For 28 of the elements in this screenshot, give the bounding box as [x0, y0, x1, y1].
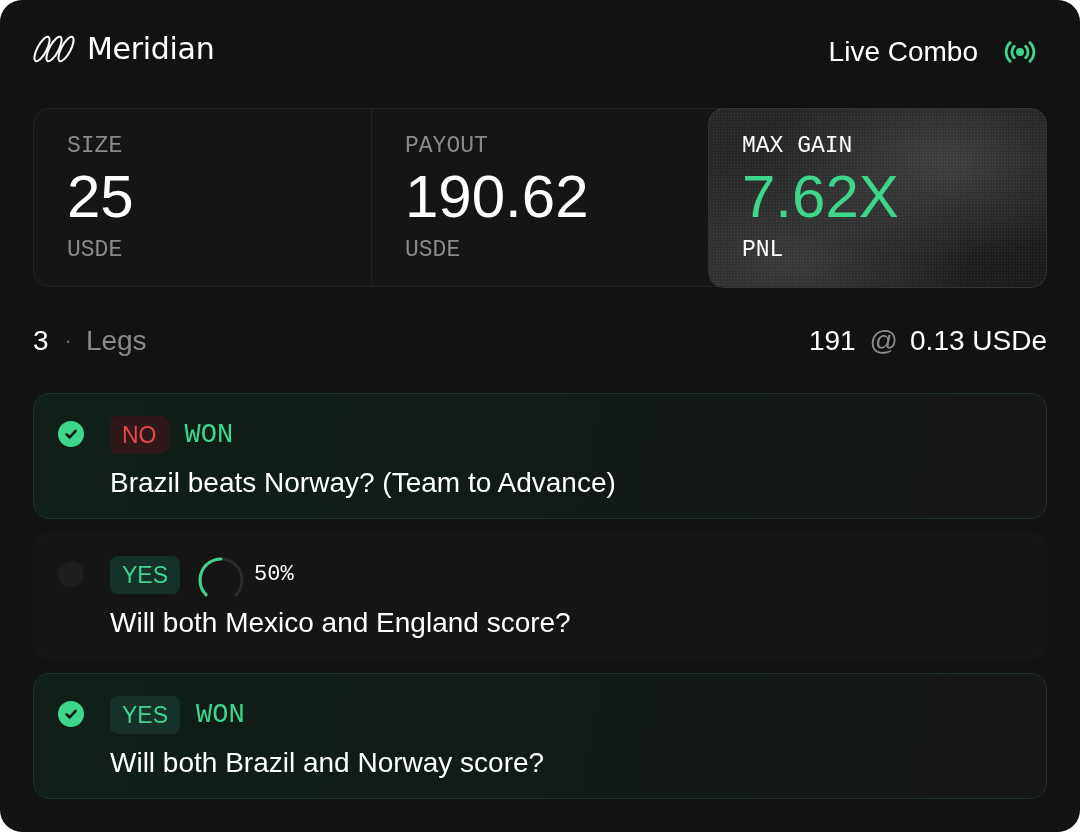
stat-label: SIZE [67, 133, 124, 159]
stat-unit: USDE [405, 237, 462, 263]
legs-label: Legs [85, 325, 147, 357]
stat-value: 190.62 [405, 165, 590, 229]
leg-question: Will both Brazil and Norway score? [110, 746, 546, 780]
broadcast-icon [1002, 40, 1038, 64]
logo-icon [33, 34, 75, 64]
brand-name: Meridian [87, 31, 215, 67]
pick-tag: YES [110, 696, 181, 734]
stat-unit: PNL [742, 237, 785, 263]
at-sign: @ [869, 325, 899, 357]
stat-label: MAX GAIN [742, 133, 854, 159]
leg-question: Brazil beats Norway? (Team to Advance) [110, 466, 617, 500]
leg-count: 3 [33, 325, 49, 357]
stat-value: 25 [67, 165, 135, 229]
mode-label: Live Combo [828, 35, 978, 69]
price-label: 0.13 USDe [910, 325, 1047, 357]
stat-unit: USDE [67, 237, 124, 263]
quantity-label: 191 [808, 325, 856, 357]
result-label: WON [196, 699, 245, 731]
stat-value: 7.62X [742, 165, 900, 229]
pick-tag: YES [110, 556, 181, 594]
result-label: WON [184, 419, 234, 451]
pick-tag: NO [110, 416, 169, 454]
stat-label: PAYOUT [405, 133, 489, 159]
separator-dot: · [64, 327, 72, 355]
leg-question: Will both Mexico and England score? [110, 606, 572, 640]
progress-reading: 50% [254, 561, 294, 589]
